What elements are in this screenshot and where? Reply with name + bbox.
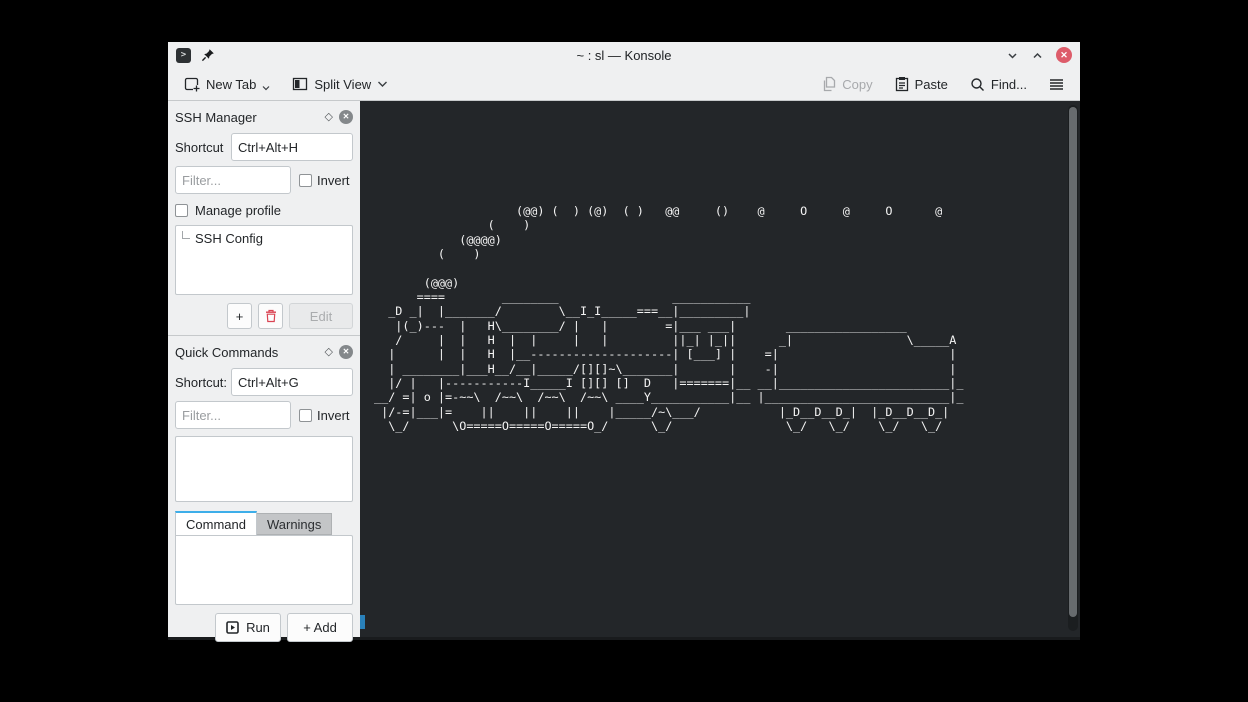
qc-shortcut-input[interactable] (231, 368, 353, 396)
terminal-cursor (360, 615, 365, 629)
ssh-filter-input[interactable] (175, 166, 291, 194)
minimize-button[interactable] (1006, 49, 1019, 62)
new-tab-button[interactable]: New Tab (178, 72, 276, 96)
ssh-manager-panel: SSH Manager ◇ ✕ Shortcut Invert (168, 101, 360, 336)
titlebar: > ~ : sl — Konsole ✕ (168, 42, 1080, 68)
add-ssh-button[interactable]: + (227, 303, 252, 329)
ssh-manager-title: SSH Manager (175, 110, 257, 125)
ssh-invert-label: Invert (317, 173, 350, 188)
sl-ascii-art: (@@) ( ) (@) ( ) @@ () @ O @ O @ ( ) (@@… (374, 204, 964, 434)
hamburger-menu-icon (1049, 78, 1064, 91)
manage-profile-checkbox[interactable] (175, 204, 188, 217)
terminal-scrollbar[interactable] (1068, 105, 1078, 631)
ssh-config-tree: SSH Config (175, 225, 353, 295)
quick-commands-title: Quick Commands (175, 345, 278, 360)
paste-label: Paste (915, 77, 948, 92)
close-window-button[interactable]: ✕ (1056, 47, 1072, 63)
qc-invert-checkbox[interactable] (299, 409, 312, 422)
delete-ssh-button[interactable] (258, 303, 283, 329)
copy-icon (821, 76, 836, 92)
qc-tabbar: Command Warnings (175, 511, 353, 535)
add-command-button[interactable]: + Add (287, 613, 353, 642)
shortcut-label: Shortcut: (175, 375, 227, 390)
copy-label: Copy (842, 77, 872, 92)
command-textarea[interactable] (175, 535, 353, 605)
caret-down-icon (262, 85, 270, 91)
split-view-label: Split View (314, 77, 371, 92)
quick-commands-list[interactable] (175, 436, 353, 502)
run-icon (226, 621, 239, 634)
paste-icon (895, 76, 909, 92)
scrollbar-thumb[interactable] (1069, 107, 1077, 617)
tree-branch-icon (182, 231, 190, 239)
close-panel-icon[interactable]: ✕ (339, 345, 353, 359)
find-label: Find... (991, 77, 1027, 92)
shortcut-label: Shortcut (175, 140, 223, 155)
search-icon (970, 77, 985, 92)
new-tab-icon (184, 76, 200, 92)
hamburger-menu-button[interactable] (1043, 74, 1070, 95)
detach-panel-icon[interactable]: ◇ (325, 347, 333, 358)
copy-button[interactable]: Copy (815, 72, 878, 96)
run-button[interactable]: Run (215, 613, 281, 642)
maximize-button[interactable] (1031, 49, 1044, 62)
ssh-invert-checkbox[interactable] (299, 174, 312, 187)
new-tab-label: New Tab (206, 77, 256, 92)
qc-invert-label: Invert (317, 408, 350, 423)
detach-panel-icon[interactable]: ◇ (325, 112, 333, 123)
chevron-down-icon (377, 80, 388, 88)
sidebar: SSH Manager ◇ ✕ Shortcut Invert (168, 101, 360, 637)
close-panel-icon[interactable]: ✕ (339, 110, 353, 124)
split-view-icon (292, 76, 308, 92)
tab-warnings[interactable]: Warnings (257, 513, 332, 535)
edit-ssh-button[interactable]: Edit (289, 303, 353, 329)
paste-button[interactable]: Paste (889, 72, 954, 96)
tree-item-ssh-config[interactable]: SSH Config (180, 229, 348, 247)
split-view-button[interactable]: Split View (286, 72, 394, 96)
tab-command[interactable]: Command (175, 511, 257, 535)
window-title: ~ : sl — Konsole (168, 48, 1080, 63)
trash-icon (265, 309, 277, 323)
plus-icon: + (236, 309, 244, 324)
ssh-shortcut-input[interactable] (231, 133, 353, 161)
konsole-window: > ~ : sl — Konsole ✕ New Tab (168, 42, 1080, 640)
find-button[interactable]: Find... (964, 73, 1033, 96)
toolbar: New Tab Split View Copy (168, 68, 1080, 101)
terminal-display[interactable]: (@@) ( ) (@) ( ) @@ () @ O @ O @ ( ) (@@… (360, 101, 1080, 637)
qc-filter-input[interactable] (175, 401, 291, 429)
manage-profile-label: Manage profile (195, 203, 281, 218)
quick-commands-panel: Quick Commands ◇ ✕ Shortcut: Invert (168, 336, 360, 648)
